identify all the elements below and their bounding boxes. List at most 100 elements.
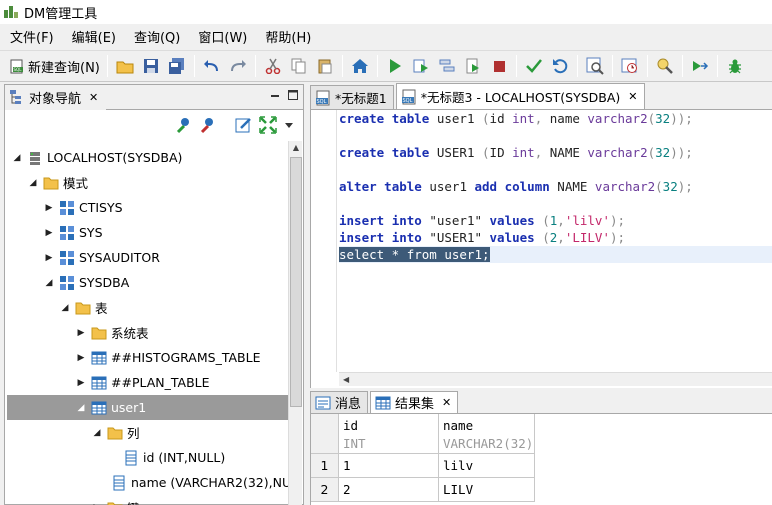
minimize-icon[interactable] [269,89,281,101]
save-all-icon[interactable] [165,54,189,78]
collapse-icon[interactable]: ◢ [75,402,87,414]
tree-node[interactable]: name (VARCHAR2(32),NU [7,470,289,495]
code-area[interactable]: create table user1 (id int, name varchar… [339,110,772,372]
execute-icon[interactable] [383,54,407,78]
expand-icon[interactable]: ▶ [75,352,87,364]
redo-icon[interactable] [226,54,250,78]
code-line[interactable]: create table user1 (id int, name varchar… [339,110,772,127]
collapse-icon[interactable]: ◢ [11,152,23,164]
explain-plan-icon[interactable] [583,54,607,78]
deploy-icon[interactable] [688,54,712,78]
undo-icon[interactable] [200,54,224,78]
expand-icon[interactable]: ▶ [43,202,55,214]
table-cell[interactable]: lilv [439,454,535,478]
stop-icon[interactable] [487,54,511,78]
maximize-icon[interactable] [287,89,299,101]
editor-tab[interactable]: SQL *无标题3 - LOCALHOST(SYSDBA) ✕ [395,83,645,109]
collapse-icon[interactable]: ◢ [27,177,39,189]
table-cell[interactable]: 1 [339,454,439,478]
cut-icon[interactable] [261,54,285,78]
close-icon[interactable]: ✕ [442,396,451,409]
table-row[interactable]: 2 2 LILV [311,478,772,502]
code-line[interactable] [339,127,772,144]
editor-hscrollbar[interactable]: ◀ [339,372,772,386]
edit-icon[interactable] [235,116,253,134]
paste-icon[interactable] [313,54,337,78]
tree-node[interactable]: ◢ user1 [7,395,289,420]
debug-icon[interactable] [723,54,747,78]
save-icon[interactable] [139,54,163,78]
row-header-corner[interactable] [311,414,339,454]
navigator-icon [10,90,21,104]
menu-query[interactable]: 查询(Q) [124,27,188,46]
table-cell[interactable]: LILV [439,478,535,502]
tree-node[interactable]: ▶ ##PLAN_TABLE [7,370,289,395]
tree-scrollbar[interactable]: ▲ [288,141,302,505]
tree-node[interactable]: ▶ ##HISTOGRAMS_TABLE [7,345,289,370]
disconnect-icon[interactable] [199,116,217,134]
code-line[interactable]: insert into "USER1" values (2,'LILV'); [339,229,772,246]
tree-node[interactable]: ◢ 模式 [7,170,289,195]
menu-file[interactable]: 文件(F) [0,27,62,46]
result-tab[interactable]: 结果集 ✕ [370,391,459,413]
new-query-button[interactable]: SQL 新建查询(N) [6,54,103,78]
collapse-icon[interactable]: ◢ [91,427,103,439]
expand-icon[interactable]: ▶ [91,502,103,505]
tree-node[interactable]: id (INT,NULL) [7,445,289,470]
copy-icon[interactable] [287,54,311,78]
code-line[interactable] [339,195,772,212]
view-menu-icon[interactable] [283,119,295,131]
expand-icon[interactable]: ▶ [75,377,87,389]
tree-node[interactable]: ▶ CTISYS [7,195,289,220]
run-file-icon[interactable] [461,54,485,78]
sql-file-icon: SQL [401,89,417,105]
connect-icon[interactable] [175,116,193,134]
column-header[interactable]: name VARCHAR2(32) [439,414,535,454]
expand-icon[interactable]: ▶ [75,327,87,339]
expand-icon[interactable]: ▶ [43,252,55,264]
expand-icon[interactable] [259,116,277,134]
code-line[interactable]: alter table user1 add column NAME varcha… [339,178,772,195]
scroll-left-icon[interactable]: ◀ [343,375,353,385]
code-line[interactable]: insert into "user1" values (1,'lilv'); [339,212,772,229]
menu-help[interactable]: 帮助(H) [255,27,319,46]
tree-node[interactable]: ◢ 表 [7,295,289,320]
tree-node[interactable]: ▶键 [7,495,289,505]
commit-icon[interactable] [522,54,546,78]
row-number[interactable]: 1 [311,454,339,478]
sql-editor[interactable]: create table user1 (id int, name varchar… [310,110,772,388]
close-icon[interactable]: ✕ [89,91,98,104]
column-header[interactable]: id INT [339,414,439,454]
tree-node[interactable]: ◢ LOCALHOST(SYSDBA) [7,145,289,170]
execute-script-icon[interactable] [409,54,433,78]
open-icon[interactable] [113,54,137,78]
code-line[interactable] [339,161,772,178]
editor-tab[interactable]: SQL *无标题1 [310,85,394,109]
tree-node[interactable]: ▶ SYS [7,220,289,245]
collapse-icon[interactable]: ◢ [59,302,71,314]
folder-icon [107,425,123,441]
close-icon[interactable]: ✕ [628,90,637,103]
tree-node[interactable]: ◢ 列 [7,420,289,445]
tree-node[interactable]: ▶ 系统表 [7,320,289,345]
scroll-thumb[interactable] [290,157,302,407]
code-line[interactable]: create table USER1 (ID int, NAME varchar… [339,144,772,161]
menu-window[interactable]: 窗口(W) [188,27,255,46]
code-line[interactable]: select * from user1; [339,246,772,263]
schedule-icon[interactable] [618,54,642,78]
step-icon[interactable] [435,54,459,78]
tree-node[interactable]: ◢ SYSDBA [7,270,289,295]
object-nav-tab[interactable]: 对象导航 ✕ [5,84,107,110]
rollback-icon[interactable] [548,54,572,78]
collapse-icon[interactable]: ◢ [43,277,55,289]
search-icon[interactable] [653,54,677,78]
table-row[interactable]: 1 1 lilv [311,454,772,478]
expand-icon[interactable]: ▶ [43,227,55,239]
menu-edit[interactable]: 编辑(E) [62,27,124,46]
scroll-up-icon[interactable]: ▲ [289,141,303,155]
tree-node[interactable]: ▶ SYSAUDITOR [7,245,289,270]
row-number[interactable]: 2 [311,478,339,502]
table-cell[interactable]: 2 [339,478,439,502]
result-tab[interactable]: 消息 [310,391,369,413]
home-icon[interactable] [348,54,372,78]
